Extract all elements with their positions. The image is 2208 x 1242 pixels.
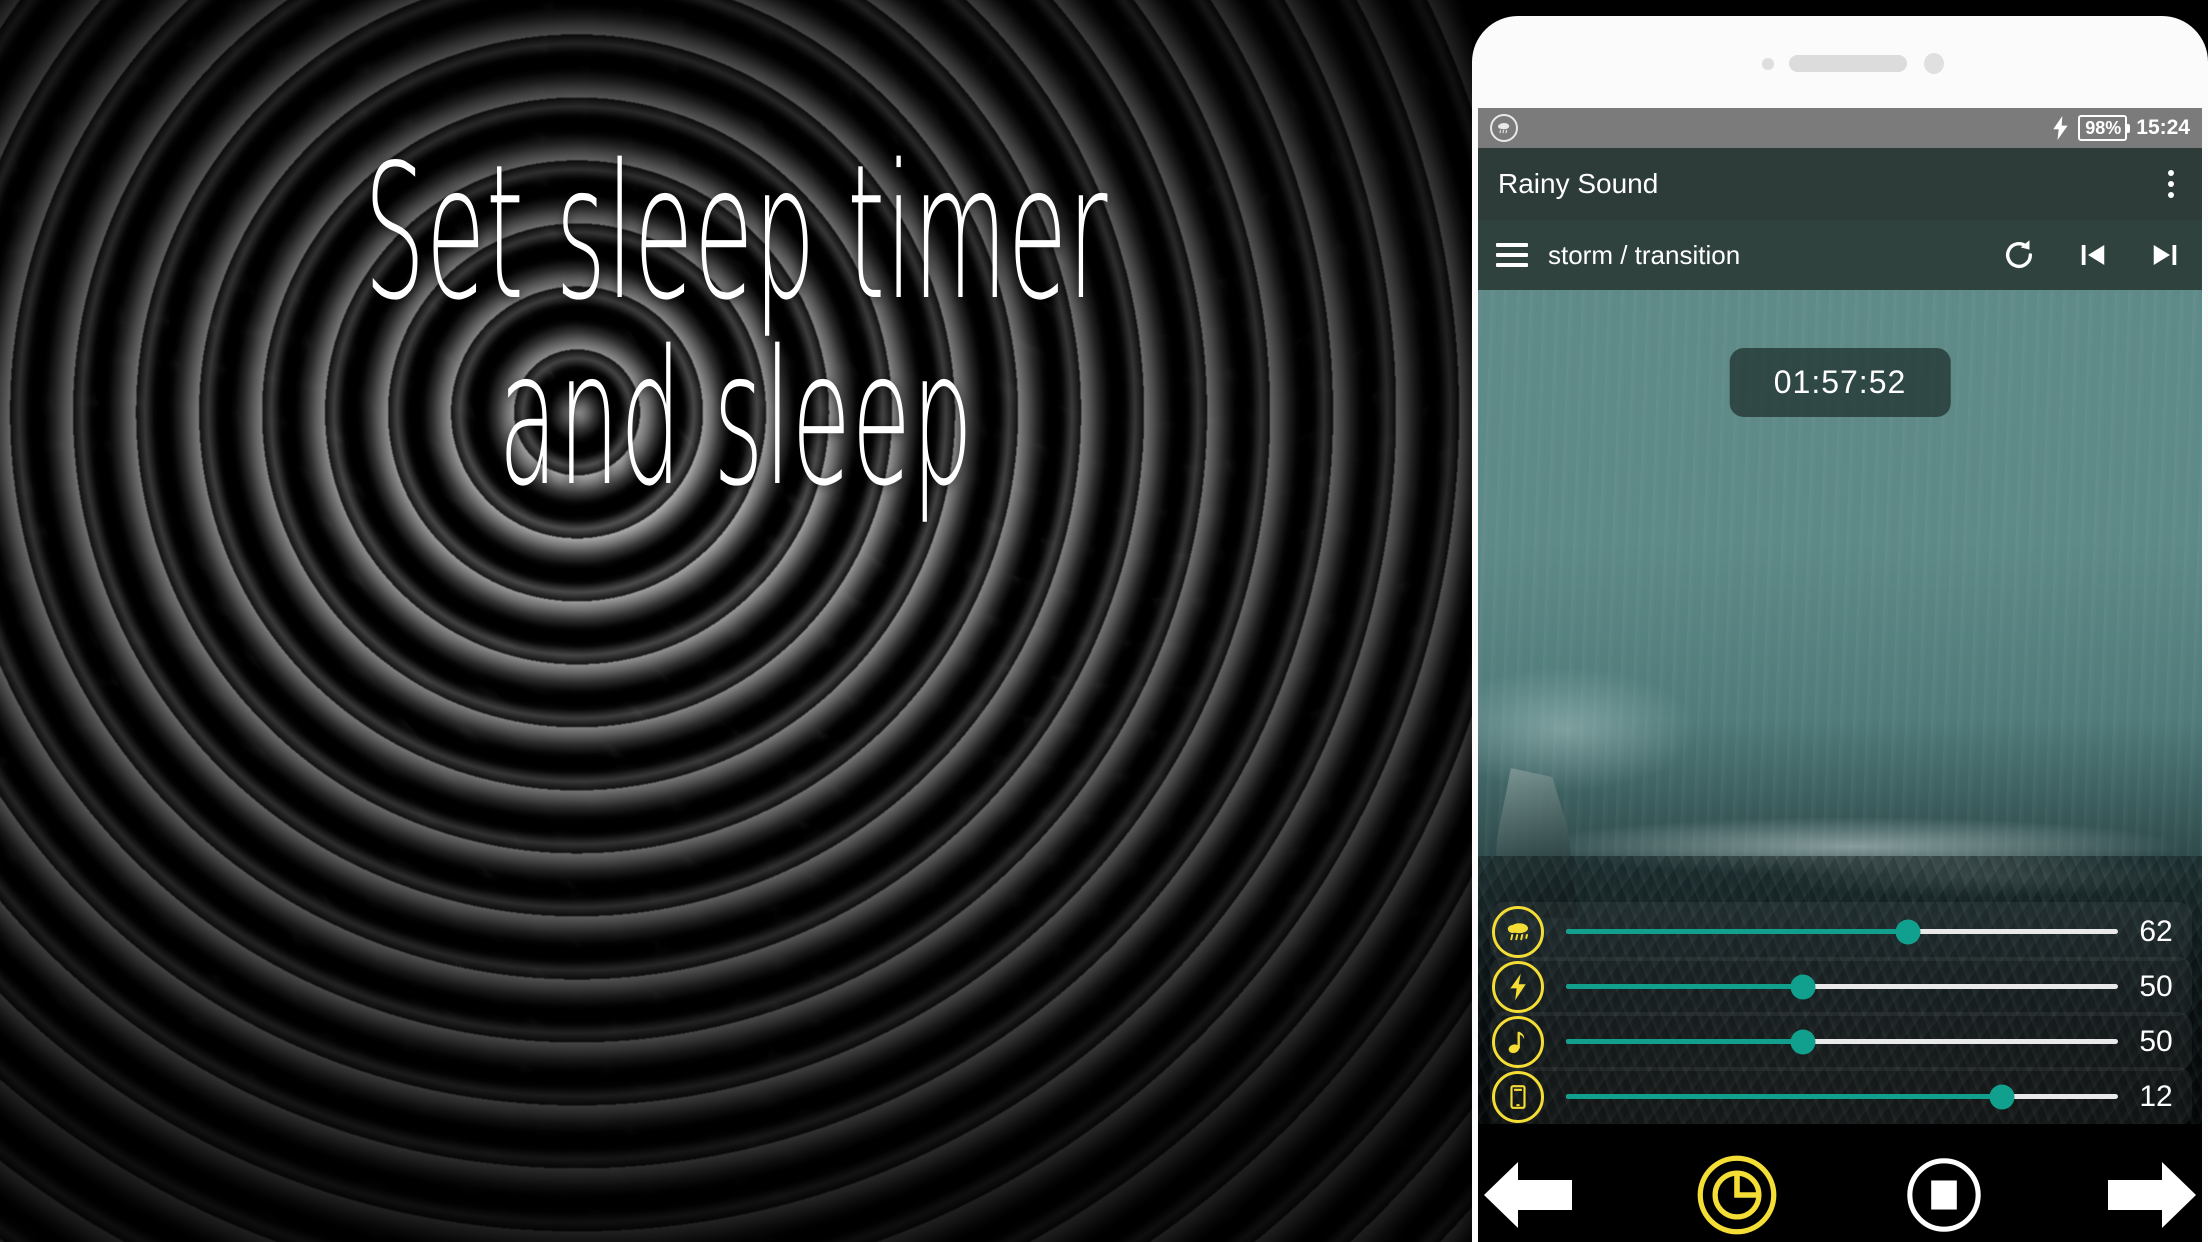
status-bar-clock: 15:24 — [2136, 116, 2190, 139]
slider-value: 50 — [2139, 969, 2173, 1003]
slider-row-music[interactable]: 50 — [1478, 1012, 2202, 1071]
slider-track[interactable] — [1566, 919, 2118, 944]
rain-cloud-icon — [1490, 114, 1518, 142]
slider-value: 62 — [2139, 914, 2173, 948]
slider-track[interactable] — [1566, 1029, 2118, 1054]
arrow-right-icon — [2107, 1162, 2196, 1228]
previous-arrow-button[interactable] — [1484, 1158, 1572, 1232]
repeat-icon[interactable] — [2002, 238, 2036, 272]
music-note-icon[interactable] — [1492, 1015, 1544, 1068]
rain-cloud-icon[interactable] — [1492, 905, 1544, 958]
sleep-timer-value: 01:57:52 — [1773, 364, 1907, 400]
lightning-bolt-icon[interactable] — [1492, 960, 1544, 1013]
screenshot-root: Set sleep timer and sleep 98% 15:24 Rain… — [0, 0, 2208, 1242]
slider-track[interactable] — [1566, 1084, 2118, 1109]
promo-headline: Set sleep timer and sleep — [363, 124, 1109, 527]
stop-button[interactable] — [1903, 1154, 1985, 1236]
bottom-control-bar — [1478, 1124, 2202, 1242]
slider-fill — [1566, 984, 1804, 989]
slider-thumb — [1989, 1084, 2015, 1109]
promo-panel: Set sleep timer and sleep — [0, 0, 1472, 1242]
battery-indicator: 98% — [2078, 114, 2131, 142]
status-bar-right: 98% 15:24 — [2052, 114, 2190, 142]
stop-square-icon — [1906, 1158, 1981, 1232]
slider-row-rain[interactable]: 62 — [1478, 902, 2202, 961]
phone-screen: 98% 15:24 Rainy Sound storm / transition — [1478, 108, 2202, 1242]
app-bar: Rainy Sound — [1478, 148, 2202, 220]
slider-value: 12 — [2139, 1079, 2173, 1113]
track-name-label: storm / transition — [1548, 239, 1741, 270]
slider-fill — [1566, 1039, 1804, 1044]
front-camera-icon — [1924, 53, 1944, 74]
hamburger-menu-icon[interactable] — [1496, 243, 1528, 267]
previous-track-icon[interactable] — [2078, 240, 2108, 270]
slider-value: 50 — [2139, 1024, 2173, 1058]
earpiece-speaker-icon — [1789, 55, 1907, 72]
slider-row-device[interactable]: 12 — [1478, 1067, 2202, 1126]
lightning-bolt-icon — [2053, 116, 2068, 140]
proximity-sensor-icon — [1762, 58, 1774, 70]
track-bar: storm / transition — [1478, 220, 2202, 290]
volume-sliders: 62 50 50 12 — [1478, 902, 2202, 1126]
app-title: Rainy Sound — [1498, 168, 1659, 199]
slider-fill — [1566, 1094, 2003, 1099]
sleep-timer-button[interactable] — [1695, 1153, 1779, 1237]
slider-row-thunder[interactable]: 50 — [1478, 957, 2202, 1016]
next-track-icon[interactable] — [2150, 240, 2180, 270]
slider-thumb — [1790, 974, 1816, 999]
content-area: 01:57:52 62 50 50 12 — [1478, 290, 2202, 1242]
slider-fill — [1566, 929, 1909, 934]
three-dot-menu-icon[interactable] — [2160, 164, 2182, 204]
status-bar: 98% 15:24 — [1478, 108, 2202, 148]
slider-thumb — [1790, 1029, 1816, 1054]
phone-mockup: 98% 15:24 Rainy Sound storm / transition — [1472, 16, 2208, 1242]
phone-top-bezel — [1472, 16, 2208, 108]
arrow-left-icon — [1484, 1162, 1572, 1228]
slider-thumb — [1895, 919, 1921, 944]
smartphone-icon[interactable] — [1492, 1070, 1544, 1123]
track-controls — [2002, 238, 2184, 272]
next-arrow-button[interactable] — [2107, 1158, 2196, 1232]
clock-icon — [1697, 1155, 1777, 1235]
sleep-timer-display[interactable]: 01:57:52 — [1729, 348, 1951, 417]
slider-track[interactable] — [1566, 974, 2118, 999]
